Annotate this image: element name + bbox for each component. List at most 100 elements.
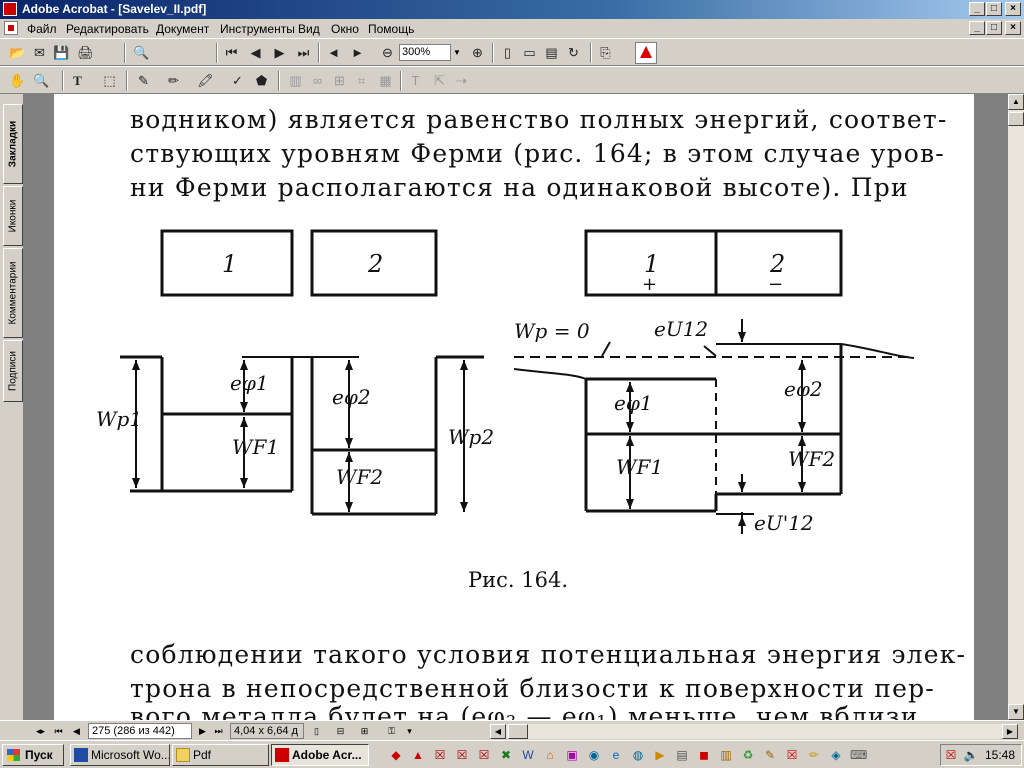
vertical-scrollbar[interactable]: ▲ ▼: [1008, 94, 1024, 720]
graphics-select-icon[interactable]: ⬚: [100, 71, 119, 90]
status-prev-page-icon[interactable]: ◀: [70, 724, 83, 738]
rotate-icon[interactable]: ↻: [564, 43, 583, 62]
task-pdf-folder[interactable]: Pdf: [172, 744, 269, 766]
quicklaunch-icon[interactable]: ⌂: [542, 747, 558, 763]
menu-tools[interactable]: Инструменты: [220, 22, 295, 36]
quicklaunch-icon[interactable]: ◈: [828, 747, 844, 763]
doc-restore-button[interactable]: □: [986, 21, 1002, 35]
close-button[interactable]: ×: [1005, 2, 1021, 16]
menu-help[interactable]: Помощь: [368, 22, 414, 36]
fit-page-icon[interactable]: ▭: [520, 43, 539, 62]
hscroll-thumb[interactable]: [508, 724, 528, 739]
spellcheck-icon[interactable]: ✓: [228, 71, 247, 90]
touchup-object-icon[interactable]: ⇱: [430, 71, 449, 90]
nav-pane-toggle-icon[interactable]: ◂▸: [34, 724, 47, 738]
status-last-page-icon[interactable]: ⏭: [212, 724, 225, 738]
task-acrobat[interactable]: Adobe Acr...: [271, 744, 369, 766]
menu-edit[interactable]: Редактировать: [66, 22, 149, 36]
quicklaunch-icon[interactable]: ⌨: [850, 747, 867, 763]
scroll-down-icon[interactable]: ▼: [1008, 704, 1024, 720]
quicklaunch-icon[interactable]: ◆: [388, 747, 404, 763]
first-page-icon[interactable]: ⏮: [222, 43, 241, 62]
menu-window[interactable]: Окно: [331, 22, 359, 36]
quicklaunch-icon[interactable]: ✖: [498, 747, 514, 763]
forward-icon[interactable]: ►: [348, 43, 367, 62]
scroll-thumb[interactable]: [1008, 112, 1024, 126]
quicklaunch-icon[interactable]: ♻: [740, 747, 756, 763]
adobe-logo-icon[interactable]: [635, 42, 657, 64]
tab-bookmarks[interactable]: Закладки: [3, 104, 23, 184]
note-tool-icon[interactable]: ✎: [134, 71, 153, 90]
pencil-tool-icon[interactable]: ✏: [164, 71, 183, 90]
tab-comments[interactable]: Комментарии: [3, 248, 23, 338]
clock[interactable]: 15:48: [985, 748, 1015, 762]
open-icon[interactable]: 📂: [8, 43, 27, 62]
quicklaunch-icon[interactable]: ▤: [674, 747, 690, 763]
quicklaunch-icon[interactable]: W: [520, 747, 536, 763]
export-icon[interactable]: ⎘: [596, 43, 615, 62]
quicklaunch-icon[interactable]: ✏: [806, 747, 822, 763]
link-tool-icon[interactable]: ∞: [308, 71, 327, 90]
touchup-text-icon[interactable]: T: [406, 71, 425, 90]
status-menu-icon[interactable]: ▾: [403, 724, 416, 738]
volume-icon[interactable]: 🔈: [963, 747, 979, 763]
print-icon[interactable]: 🖨: [76, 43, 95, 62]
quicklaunch-icon[interactable]: ◼: [696, 747, 712, 763]
save-icon[interactable]: 💾: [52, 43, 71, 62]
quicklaunch-icon[interactable]: ☒: [476, 747, 492, 763]
continuous-icon[interactable]: ⊟: [334, 724, 347, 738]
facing-icon[interactable]: ⊞: [358, 724, 371, 738]
tab-thumbnails[interactable]: Иконки: [3, 186, 23, 246]
crop-tool-icon[interactable]: ⌗: [352, 71, 371, 90]
zoom-in-icon[interactable]: ⊕: [468, 43, 487, 62]
horizontal-scrollbar[interactable]: ◀ ▶: [490, 724, 1018, 739]
quicklaunch-icon[interactable]: ▶: [652, 747, 668, 763]
single-page-icon[interactable]: ▯: [310, 724, 323, 738]
article-tool-icon[interactable]: ▥: [286, 71, 305, 90]
document-icon[interactable]: [4, 21, 18, 35]
stamp-icon[interactable]: ⬟: [252, 71, 271, 90]
quicklaunch-icon[interactable]: ☒: [784, 747, 800, 763]
scroll-left-icon[interactable]: ◀: [490, 724, 506, 739]
next-page-icon[interactable]: ▶: [270, 43, 289, 62]
minimize-button[interactable]: _: [969, 2, 985, 16]
quicklaunch-icon[interactable]: ✎: [762, 747, 778, 763]
scroll-right-icon[interactable]: ▶: [1002, 724, 1018, 739]
quicklaunch-icon[interactable]: ☒: [454, 747, 470, 763]
touchup-order-icon[interactable]: ⇢: [452, 71, 471, 90]
acrobat-app-icon[interactable]: [3, 2, 17, 16]
fit-width-icon[interactable]: ▤: [542, 43, 561, 62]
mail-tray-icon[interactable]: ☒: [943, 747, 959, 763]
quicklaunch-icon[interactable]: ◍: [630, 747, 646, 763]
zoom-input[interactable]: 300%: [399, 44, 451, 61]
form-tool-icon[interactable]: ⊞: [330, 71, 349, 90]
doc-minimize-button[interactable]: _: [969, 21, 985, 35]
prev-page-icon[interactable]: ◀: [246, 43, 265, 62]
document-viewport[interactable]: — — — — — — — — — — — — — — — — водником…: [24, 94, 1008, 720]
status-first-page-icon[interactable]: ⏮: [52, 724, 65, 738]
quicklaunch-icon[interactable]: ◉: [586, 747, 602, 763]
back-icon[interactable]: ◄: [324, 43, 343, 62]
email-icon[interactable]: ✉: [30, 43, 49, 62]
menu-file[interactable]: Файл: [27, 22, 57, 36]
last-page-icon[interactable]: ⏭: [294, 43, 313, 62]
text-select-icon[interactable]: T: [68, 71, 87, 90]
page-number-field[interactable]: 275 (286 из 442): [88, 723, 192, 739]
maximize-button[interactable]: □: [986, 2, 1002, 16]
scroll-up-icon[interactable]: ▲: [1008, 94, 1024, 110]
key-icon[interactable]: ⚿: [385, 724, 398, 738]
hand-tool-icon[interactable]: ✋: [8, 71, 27, 90]
tab-signatures[interactable]: Подписи: [3, 340, 23, 402]
quicklaunch-icon[interactable]: e: [608, 747, 624, 763]
find-icon[interactable]: 🔍: [132, 43, 151, 62]
actual-size-icon[interactable]: ▯: [498, 43, 517, 62]
highlight-tool-icon[interactable]: 🖍: [196, 71, 215, 90]
menu-view[interactable]: Вид: [298, 22, 320, 36]
movie-tool-icon[interactable]: ▦: [376, 71, 395, 90]
zoom-out-icon[interactable]: ⊖: [378, 43, 397, 62]
quicklaunch-icon[interactable]: ▣: [564, 747, 580, 763]
task-word[interactable]: Microsoft Wo...: [70, 744, 170, 766]
doc-close-button[interactable]: ×: [1005, 21, 1021, 35]
menu-document[interactable]: Документ: [156, 22, 209, 36]
zoom-tool-icon[interactable]: 🔍: [32, 71, 51, 90]
